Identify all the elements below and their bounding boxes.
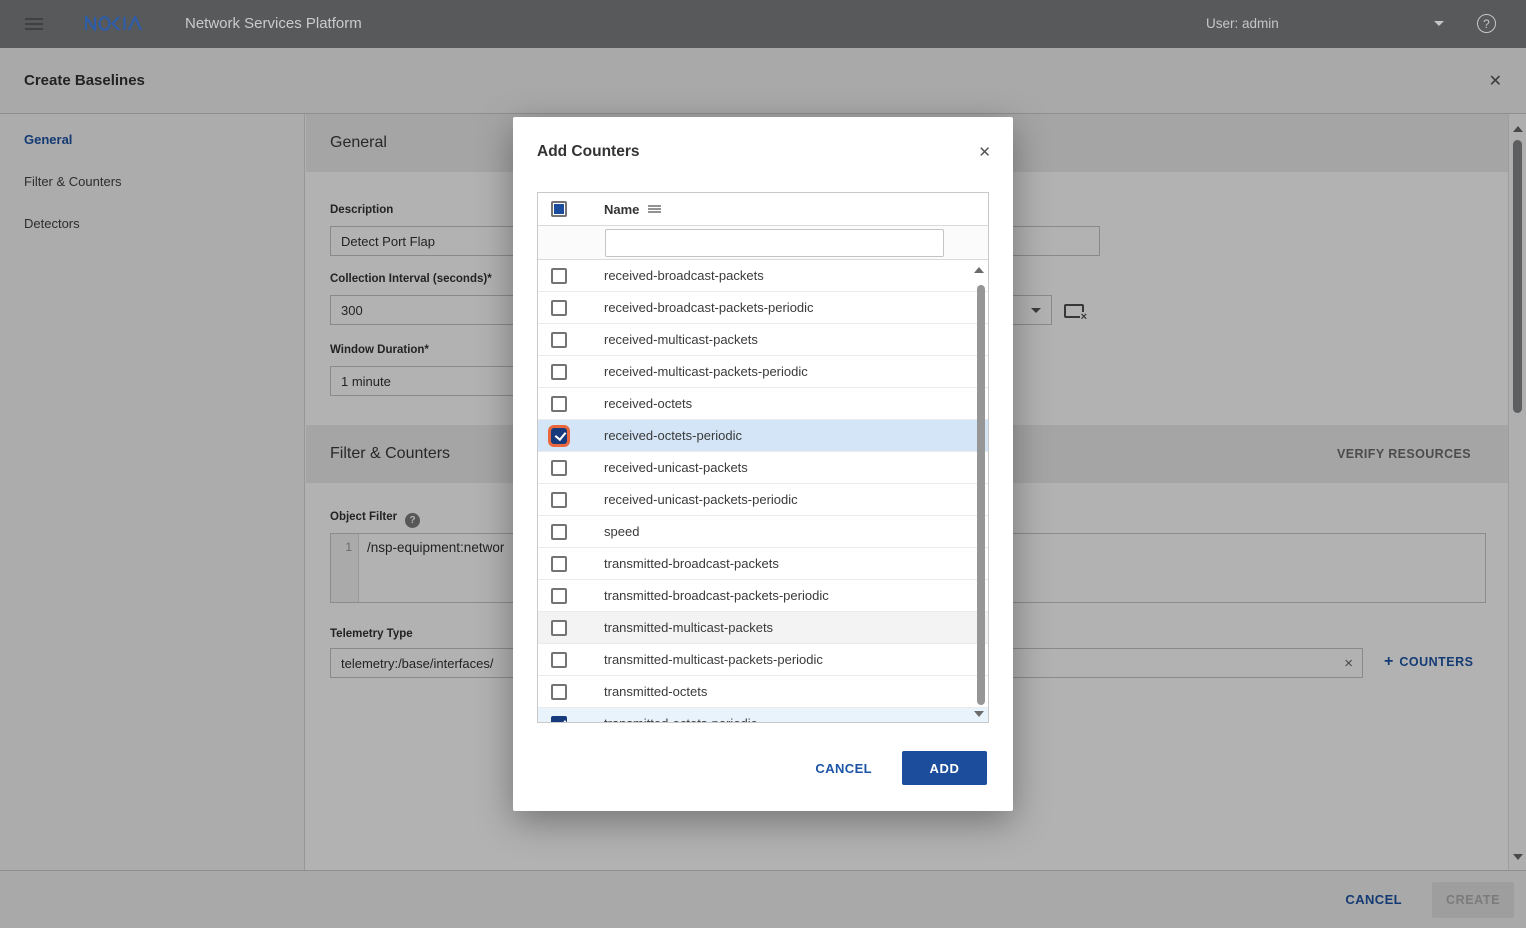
counter-name: transmitted-octets	[604, 684, 707, 699]
select-all-checkbox[interactable]	[551, 201, 567, 217]
counter-checkbox[interactable]	[551, 332, 567, 348]
counter-checkbox[interactable]	[551, 396, 567, 412]
counter-checkbox[interactable]	[551, 300, 567, 316]
counter-row[interactable]: received-octets-periodic	[538, 420, 988, 452]
counter-row[interactable]: transmitted-broadcast-packets-periodic	[538, 580, 988, 612]
counter-name: transmitted-octets-periodic	[604, 716, 757, 722]
product-title: Network Services Platform	[185, 15, 362, 32]
counter-name: transmitted-broadcast-packets-periodic	[604, 588, 829, 603]
counter-row[interactable]: transmitted-multicast-packets	[538, 612, 988, 644]
counter-name: received-multicast-packets	[604, 332, 758, 347]
name-filter-input[interactable]	[605, 229, 944, 257]
name-column-header: Name	[604, 202, 639, 217]
counter-name: received-unicast-packets	[604, 460, 748, 475]
counter-checkbox[interactable]	[551, 588, 567, 604]
counter-name: transmitted-multicast-packets-periodic	[604, 652, 823, 667]
counter-name: received-octets-periodic	[604, 428, 742, 443]
counter-checkbox[interactable]	[551, 684, 567, 700]
list-scroll-up-icon[interactable]	[974, 267, 984, 273]
counter-row[interactable]: received-unicast-packets-periodic	[538, 484, 988, 516]
dialog-close-icon[interactable]: ✕	[978, 143, 991, 161]
user-menu-caret-icon[interactable]	[1434, 21, 1444, 26]
counter-row[interactable]: speed	[538, 516, 988, 548]
counter-checkbox[interactable]	[551, 428, 567, 444]
counter-row[interactable]: received-octets	[538, 388, 988, 420]
counter-checkbox[interactable]	[551, 524, 567, 540]
counter-name: received-multicast-packets-periodic	[604, 364, 808, 379]
counter-name: transmitted-multicast-packets	[604, 620, 773, 635]
filter-row	[538, 226, 988, 260]
counters-table-header: Name	[538, 193, 988, 226]
nokia-logo	[85, 16, 147, 36]
counter-checkbox[interactable]	[551, 556, 567, 572]
dialog-title: Add Counters	[537, 143, 639, 161]
counter-name: received-broadcast-packets-periodic	[604, 300, 814, 315]
sort-icon[interactable]	[648, 205, 661, 213]
list-scroll-down-icon[interactable]	[974, 711, 984, 717]
counter-checkbox[interactable]	[551, 460, 567, 476]
counter-row[interactable]: transmitted-broadcast-packets	[538, 548, 988, 580]
dialog-add-button[interactable]: ADD	[902, 751, 987, 785]
counter-checkbox[interactable]	[551, 652, 567, 668]
counter-checkbox[interactable]	[551, 268, 567, 284]
counters-table: Name received-broadcast-packets received…	[537, 192, 989, 723]
dialog-footer: CANCEL ADD	[815, 749, 987, 787]
counter-name: received-broadcast-packets	[604, 268, 764, 283]
counter-name: received-octets	[604, 396, 692, 411]
counter-name: speed	[604, 524, 639, 539]
counter-name: transmitted-broadcast-packets	[604, 556, 779, 571]
counter-row[interactable]: transmitted-octets	[538, 676, 988, 708]
counter-row[interactable]: received-multicast-packets-periodic	[538, 356, 988, 388]
help-icon[interactable]: ?	[1477, 14, 1496, 33]
counter-row[interactable]: received-broadcast-packets	[538, 260, 988, 292]
counter-row[interactable]: transmitted-multicast-packets-periodic	[538, 644, 988, 676]
topbar: Network Services Platform User: admin ?	[0, 0, 1526, 48]
counter-checkbox[interactable]	[551, 492, 567, 508]
counter-checkbox[interactable]	[551, 364, 567, 380]
counter-name: received-unicast-packets-periodic	[604, 492, 798, 507]
menu-hamburger-icon[interactable]	[25, 18, 43, 30]
list-scrollbar-thumb[interactable]	[977, 285, 985, 705]
counter-checkbox[interactable]	[551, 620, 567, 636]
counter-row[interactable]: transmitted-octets-periodic	[538, 708, 988, 722]
counter-checkbox[interactable]	[551, 716, 567, 723]
add-counters-dialog: Add Counters ✕ Name received-broadcast-p…	[513, 117, 1013, 811]
counter-list: received-broadcast-packets received-broa…	[538, 260, 988, 722]
counter-row[interactable]: received-unicast-packets	[538, 452, 988, 484]
user-label: User: admin	[1206, 16, 1279, 31]
counter-row[interactable]: received-multicast-packets	[538, 324, 988, 356]
counter-row[interactable]: received-broadcast-packets-periodic	[538, 292, 988, 324]
dialog-cancel-button[interactable]: CANCEL	[815, 761, 872, 776]
